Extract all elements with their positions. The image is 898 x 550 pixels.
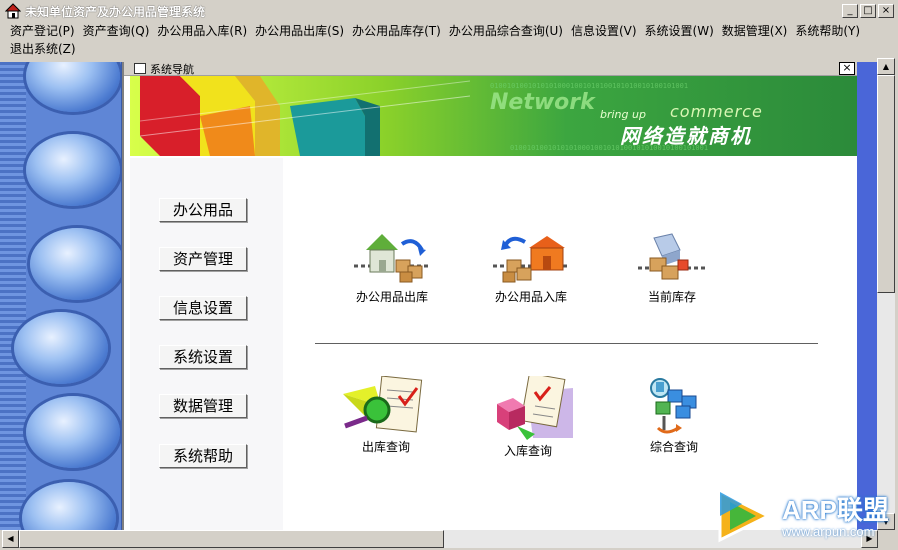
child-title-bar: 系统导航 × [124,62,857,76]
menu-system-settings[interactable]: 系统设置(W) [641,22,718,40]
tool-label: 办公用品入库 [494,290,567,304]
horizontal-scroll-thumb[interactable] [19,530,444,548]
menu-data-management[interactable]: 数据管理(X) [718,22,792,40]
watermark-brand: ARP联盟 [782,495,889,525]
decor-sphere [26,62,120,112]
child-window-title: 系统导航 [150,63,194,76]
tool-outbound-query[interactable]: 出库查询 [331,376,441,455]
decor-sphere [22,482,116,530]
warehouse-in-icon [493,236,569,283]
outbound-query-icon [343,376,423,433]
navigation-window: 系统导航 × 010010100101010100010010101001010… [122,62,858,530]
section-divider [315,343,818,344]
nav-panel: 办公用品 资产管理 信息设置 系统设置 数据管理 系统帮助 [130,158,283,530]
vertical-scrollbar[interactable]: ▲ ▼ [877,58,895,530]
decor-sphere [26,396,120,468]
window-title: 未知单位资产及办公用品管理系统 [25,4,206,19]
menu-asset-query[interactable]: 资产查询(Q) [79,22,154,40]
maximize-button[interactable]: □ [860,4,876,18]
tool-label: 综合查询 [649,440,698,454]
watermark-logo: ARP联盟 www.arpun.com [712,486,892,546]
nav-button-info-settings[interactable]: 信息设置 [159,296,247,320]
warehouse-out-icon [354,234,430,283]
binary-stream: 0100101001010101000100101010010101001010… [490,82,689,90]
tool-label: 出库查询 [361,440,410,454]
tool-comprehensive-query[interactable]: 综合查询 [619,376,729,455]
form-icon [134,63,146,74]
scroll-up-arrow-icon[interactable]: ▲ [877,58,895,75]
window-controls: _ □ × [840,4,894,18]
decor-sphere [30,228,121,300]
menu-system-help[interactable]: 系统帮助(Y) [791,22,864,40]
minimize-button[interactable]: _ [842,4,858,18]
menu-supplies-out[interactable]: 办公用品出库(S) [251,22,348,40]
nav-button-office-supplies[interactable]: 办公用品 [159,198,247,222]
menu-bar: 资产登记(P) 资产查询(Q) 办公用品入库(R) 办公用品出库(S) 办公用品… [0,22,898,58]
title-bar: 未知单位资产及办公用品管理系统 _ □ × [0,0,898,22]
tool-current-stock[interactable]: 当前库存 [617,230,727,305]
play-logo-icon [718,489,772,543]
tool-label: 入库查询 [503,444,552,458]
menu-supplies-query[interactable]: 办公用品综合查询(U) [445,22,567,40]
decor-sphere [26,134,120,206]
banner-network-text: Network [490,90,595,115]
tool-supplies-in[interactable]: 办公用品入库 [476,230,586,305]
nav-button-asset-management[interactable]: 资产管理 [159,247,247,271]
tool-label: 办公用品出库 [355,290,428,304]
left-decoration-rail [0,62,122,530]
tool-label: 当前库存 [647,290,696,304]
app-house-icon[interactable] [4,3,22,19]
close-button[interactable]: × [878,4,894,18]
menu-supplies-in[interactable]: 办公用品入库(R) [153,22,251,40]
menu-supplies-stock[interactable]: 办公用品库存(T) [348,22,445,40]
tool-inbound-query[interactable]: 入库查询 [473,376,583,459]
watermark-url: www.arpun.com [782,524,875,539]
inventory-icon [638,233,706,280]
rail-stripe [0,62,26,530]
header-banner: 0100101001010101000100101010010101001010… [130,76,858,156]
menu-asset-register[interactable]: 资产登记(P) [6,22,79,40]
nav-button-data-management[interactable]: 数据管理 [159,394,247,418]
vertical-scroll-thumb[interactable] [877,75,895,293]
banner-commerce-text: commerce [670,102,763,121]
tool-content-area: 办公用品出库 办公用品入库 当前库存 出库查询 入库查询 综合查询 [283,158,857,530]
menu-info-settings[interactable]: 信息设置(V) [567,22,641,40]
child-close-button[interactable]: × [839,62,855,75]
banner-slogan: 网络造就商机 [620,124,752,148]
right-edge-strip [857,62,877,530]
decor-sphere [14,312,108,384]
inbound-query-icon [497,376,573,440]
nav-button-system-settings[interactable]: 系统设置 [159,345,247,369]
tool-supplies-out[interactable]: 办公用品出库 [337,230,447,305]
nav-button-system-help[interactable]: 系统帮助 [159,444,247,468]
menu-exit[interactable]: 退出系统(Z) [6,40,80,58]
scroll-left-arrow-icon[interactable]: ◀ [2,530,19,548]
bar-graphic-icon [140,76,470,156]
comprehensive-query-icon [650,378,697,434]
